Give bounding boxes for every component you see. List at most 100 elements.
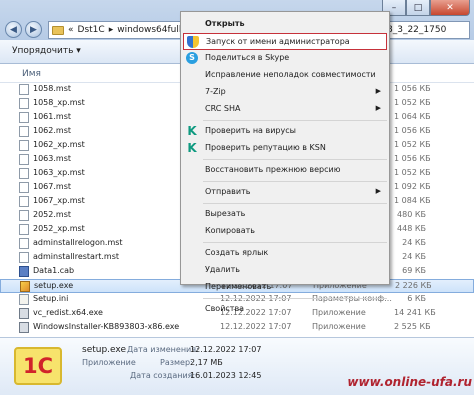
file-size: 24 КБ xyxy=(402,238,426,247)
file-size: 1 084 КБ xyxy=(394,196,431,205)
file-size: 24 КБ xyxy=(402,252,426,261)
file-size: 1 056 КБ xyxy=(394,154,431,163)
menu-item[interactable]: 7-Zip ▶ xyxy=(183,84,387,101)
kas-icon: K xyxy=(187,124,197,138)
menu-item-label: Вырезать xyxy=(205,209,246,218)
menu-separator xyxy=(203,203,387,204)
file-name: 1067.mst xyxy=(33,182,71,191)
file-name: 1062.mst xyxy=(33,126,71,135)
file-file-icon xyxy=(19,182,29,193)
menu-item[interactable]: Исправление неполадок совместимости xyxy=(183,67,387,84)
file-name: 1063.mst xyxy=(33,154,71,163)
menu-item[interactable]: Открыть xyxy=(183,16,387,33)
menu-item-label: Восстановить прежнюю версию xyxy=(205,165,341,174)
context-menu: Открыть Запуск от имени администратора S По… xyxy=(180,11,390,313)
details-size-value: 2,17 МБ xyxy=(190,358,223,367)
address-sep-icon: « xyxy=(68,25,74,35)
file-name: adminstallrelogon.mst xyxy=(33,238,123,247)
file-size: 1 092 КБ xyxy=(394,182,431,191)
file-size: 14 241 КБ xyxy=(394,308,436,317)
file-name: setup.exe xyxy=(34,281,74,290)
file-type: Приложение xyxy=(312,322,366,331)
menu-item-label: 7-Zip xyxy=(205,87,226,96)
file-name: 1058.mst xyxy=(33,84,71,93)
menu-item-label: Создать ярлык xyxy=(205,248,269,257)
file-size: 1 052 КБ xyxy=(394,168,431,177)
details-created-value: 16.01.2023 12:45 xyxy=(190,371,262,380)
menu-item-label: Копировать xyxy=(205,226,255,235)
file-row[interactable]: WindowsInstaller-KB893803-x86.exe 12.12.2… xyxy=(0,321,474,335)
file-file-icon xyxy=(19,196,29,207)
organize-button[interactable]: Упорядочить ▾ xyxy=(12,46,81,56)
chevron-right-icon: ▸ xyxy=(108,25,114,35)
file-file-icon xyxy=(19,98,29,109)
menu-separator xyxy=(203,298,387,299)
menu-item[interactable]: K Проверить на вирусы xyxy=(183,123,387,140)
menu-item[interactable]: Копировать xyxy=(183,223,387,240)
maximize-button[interactable]: □ xyxy=(406,0,430,16)
file-file-icon xyxy=(19,224,29,235)
menu-separator xyxy=(203,181,387,182)
submenu-arrow-icon: ▶ xyxy=(375,87,381,95)
menu-item-label: Удалить xyxy=(205,265,240,274)
menu-item[interactable]: CRC SHA ▶ xyxy=(183,101,387,118)
file-size: 1 052 КБ xyxy=(394,98,431,107)
back-button[interactable]: ◀ xyxy=(5,21,22,38)
address-bar-tail[interactable]: 8_3_22_1750 xyxy=(382,21,470,39)
file-name: Setup.ini xyxy=(33,294,69,303)
exe-file-icon xyxy=(19,308,29,319)
menu-item[interactable]: Переименовать xyxy=(183,279,387,296)
menu-item[interactable]: Отправить ▶ xyxy=(183,184,387,201)
menu-separator xyxy=(203,159,387,160)
file-file-icon xyxy=(19,84,29,95)
menu-item-label: Свойства xyxy=(205,304,245,313)
file-date: 12.12.2022 17:07 xyxy=(220,322,292,331)
submenu-arrow-icon: ▶ xyxy=(375,104,381,112)
file-name: 1067_xp.mst xyxy=(33,196,85,205)
menu-item-label: Запуск от имени администратора xyxy=(206,37,350,46)
file-size: 69 КБ xyxy=(402,266,426,275)
file-name: 1063_xp.mst xyxy=(33,168,85,177)
submenu-arrow-icon: ▶ xyxy=(375,187,381,195)
ini-file-icon xyxy=(19,294,29,305)
details-modified-label: Дата изменения: xyxy=(127,345,199,354)
menu-item-label: Проверить репутацию в KSN xyxy=(205,143,326,152)
menu-item[interactable]: Создать ярлык xyxy=(183,245,387,262)
menu-item[interactable]: Восстановить прежнюю версию xyxy=(183,162,387,179)
close-button[interactable]: ✕ xyxy=(430,0,470,16)
menu-item-label: Отправить xyxy=(205,187,251,196)
file-name: 1058_xp.mst xyxy=(33,98,85,107)
skype-icon: S xyxy=(186,52,198,64)
address-part[interactable]: Dst1C xyxy=(78,25,105,35)
file-file-icon xyxy=(19,154,29,165)
details-file-type: Приложение xyxy=(82,358,136,367)
file-size: 448 КБ xyxy=(397,224,426,233)
file-file-icon xyxy=(19,238,29,249)
file-name: 2052_xp.mst xyxy=(33,224,85,233)
file-size: 1 064 КБ xyxy=(394,112,431,121)
file-size: 1 056 КБ xyxy=(394,84,431,93)
details-file-name: setup.exe xyxy=(82,345,126,355)
file-name: adminstallrestart.mst xyxy=(33,252,120,261)
shield-icon xyxy=(187,36,199,48)
column-name-header[interactable]: Имя xyxy=(22,69,41,79)
exe-file-icon xyxy=(19,322,29,333)
watermark: www.online-ufa.ru xyxy=(347,375,472,389)
menu-item[interactable]: K Проверить репутацию в KSN xyxy=(183,140,387,157)
details-pane: 1С setup.exe Приложение Дата изменения: … xyxy=(0,337,474,395)
file-size: 2 525 КБ xyxy=(394,322,431,331)
folder-icon xyxy=(52,25,64,35)
cab-file-icon xyxy=(19,266,29,277)
file-file-icon xyxy=(19,126,29,137)
forward-button[interactable]: ▶ xyxy=(25,21,42,38)
menu-item-label: Проверить на вирусы xyxy=(205,126,296,135)
details-created-label: Дата создания: xyxy=(130,371,196,380)
file-name: 1061.mst xyxy=(33,112,71,121)
menu-item[interactable]: S Поделиться в Skype xyxy=(183,50,387,67)
menu-item[interactable]: Вырезать xyxy=(183,206,387,223)
menu-item[interactable]: Свойства xyxy=(183,301,387,318)
menu-item[interactable]: Удалить xyxy=(183,262,387,279)
menu-item[interactable]: Запуск от имени администратора xyxy=(183,33,387,50)
details-size-label: Размер: xyxy=(160,358,193,367)
file-file-icon xyxy=(19,168,29,179)
